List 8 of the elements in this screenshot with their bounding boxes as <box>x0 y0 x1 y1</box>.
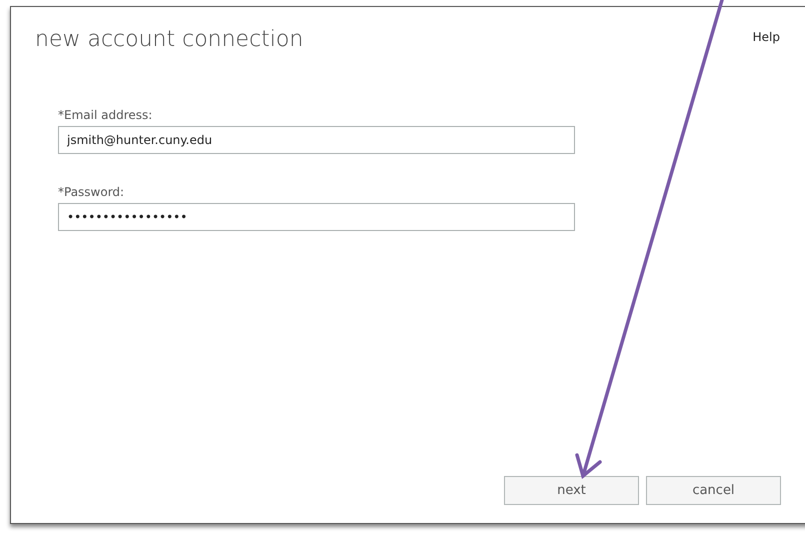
field-label: *Password: <box>58 185 126 199</box>
dialog-button[interactable]: next <box>504 476 639 505</box>
input-field[interactable]: jsmith@hunter.cuny.edu <box>58 126 575 154</box>
help-link[interactable]: Help <box>752 30 780 52</box>
field-label: *Email address: <box>58 108 154 122</box>
window-title: new account connection <box>35 27 304 52</box>
input-field[interactable]: ••••••••••••••••• <box>58 203 575 231</box>
dialog-button[interactable]: cancel <box>646 476 781 505</box>
